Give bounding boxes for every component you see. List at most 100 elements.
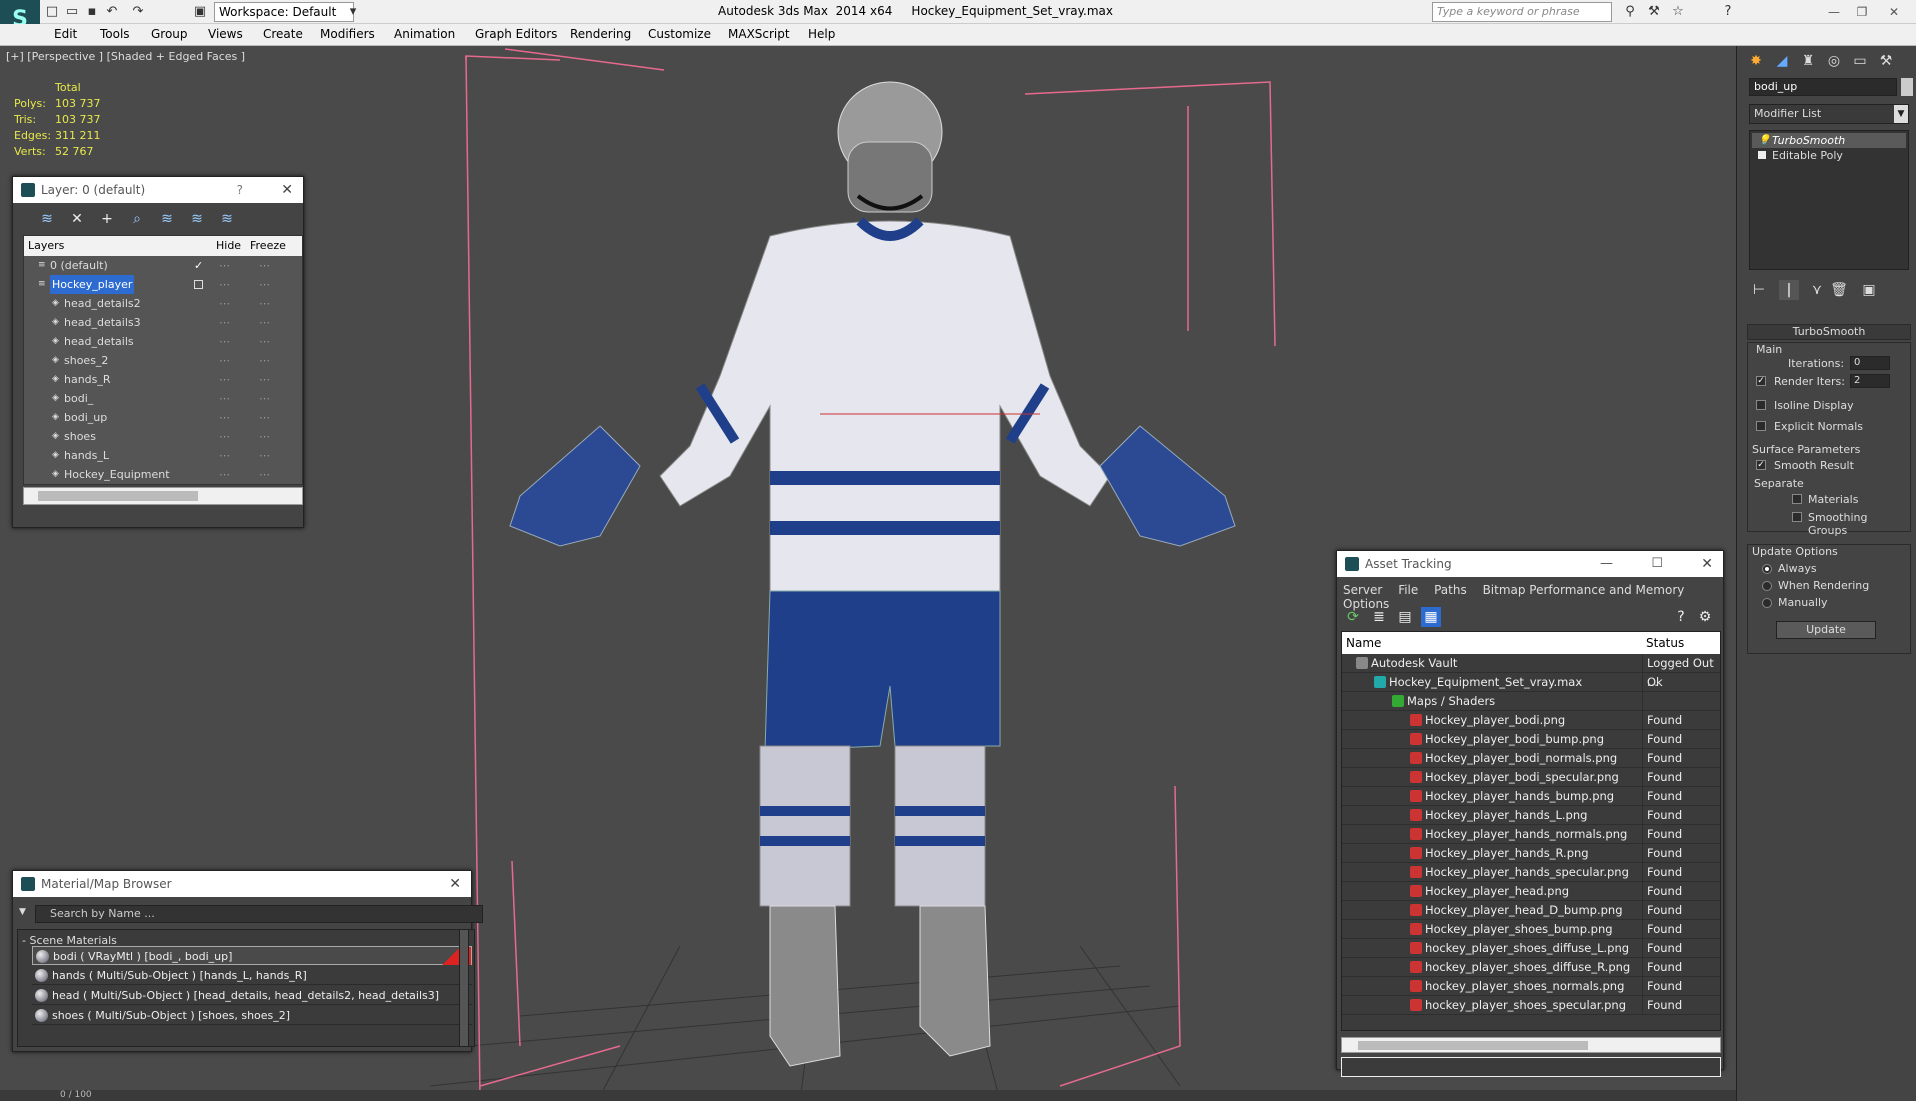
layer-row[interactable]: ◈ head_details3 ⋯ ⋯ [24, 313, 302, 332]
hierarchy-tab-icon[interactable]: ♜ [1797, 50, 1819, 72]
current-layer-check-icon[interactable]: ✓ [194, 256, 203, 275]
viewport-label[interactable]: [+] [Perspective ] [Shaded + Edged Faces… [6, 50, 245, 63]
close-icon[interactable]: ✕ [1701, 551, 1713, 577]
table-view-icon[interactable]: ▦ [1421, 607, 1441, 627]
materials-checkbox[interactable] [1792, 494, 1802, 504]
update-manually-radio[interactable] [1762, 598, 1772, 608]
menu-views[interactable]: Views [208, 27, 243, 41]
asset-row[interactable]: Hockey_player_shoes_bump.png Found [1342, 920, 1720, 939]
material-vertical-scrollbar[interactable] [459, 929, 469, 1047]
object-color-swatch[interactable] [1901, 78, 1913, 96]
hide-toggle[interactable]: ⋯ [219, 294, 230, 313]
menu-modifiers[interactable]: Modifiers [320, 27, 375, 41]
material-browser-title-bar[interactable]: Material/Map Browser ✕ [13, 871, 471, 897]
layer-row[interactable]: ≡ Hockey_player ⋯ ⋯ [24, 275, 302, 294]
hide-toggle[interactable]: ⋯ [219, 332, 230, 351]
close-button[interactable]: ✕ [1880, 2, 1908, 22]
layers-icon[interactable]: ≋ [37, 209, 57, 229]
render-iters-spinner[interactable]: 2 [1850, 374, 1890, 388]
menu-create[interactable]: Create [263, 27, 303, 41]
col-name[interactable]: Name [1346, 636, 1381, 650]
freeze-toggle[interactable]: ⋯ [259, 294, 270, 313]
freeze-all-icon[interactable]: ≋ [217, 209, 237, 229]
layer-horizontal-scrollbar[interactable] [23, 487, 303, 505]
material-row-shoes[interactable]: shoes ( Multi/Sub-Object ) [shoes, shoes… [32, 1006, 472, 1025]
project-folder-icon[interactable]: ▣ [190, 3, 210, 21]
redo-icon[interactable]: ↷ [128, 3, 148, 21]
new-file-icon[interactable]: □ [42, 3, 62, 21]
minimize-icon[interactable]: — [1600, 551, 1613, 577]
add-layer-icon[interactable]: + [97, 209, 117, 229]
help-icon[interactable]: ? [237, 177, 243, 203]
turbosmooth-rollout-title[interactable]: TurboSmooth [1747, 324, 1911, 340]
asset-row[interactable]: Hockey_player_hands_normals.png Found [1342, 825, 1720, 844]
freeze-toggle[interactable]: ⋯ [259, 351, 270, 370]
material-row-head[interactable]: head ( Multi/Sub-Object ) [head_details,… [32, 986, 472, 1005]
motion-tab-icon[interactable]: ◎ [1823, 50, 1845, 72]
close-icon[interactable]: ✕ [281, 177, 293, 203]
menu-rendering[interactable]: Rendering [570, 27, 631, 41]
lightbulb-icon[interactable]: 💡 [1758, 133, 1770, 148]
chevron-down-icon[interactable]: ▼ [1894, 105, 1908, 123]
material-row-hands[interactable]: hands ( Multi/Sub-Object ) [hands_L, han… [32, 966, 472, 985]
asset-row[interactable]: Hockey_player_head.png Found [1342, 882, 1720, 901]
delete-layer-icon[interactable]: ✕ [67, 209, 87, 229]
update-always-radio[interactable] [1762, 564, 1772, 574]
tools-icon[interactable]: ⚒ [1644, 3, 1664, 21]
update-button[interactable]: Update [1776, 621, 1876, 639]
asset-row[interactable]: Autodesk Vault Logged Out ... [1342, 654, 1720, 689]
iterations-spinner[interactable]: 0 [1850, 356, 1890, 370]
freeze-toggle[interactable]: ⋯ [259, 389, 270, 408]
asset-row[interactable]: Hockey_player_hands_specular.png Found [1342, 863, 1720, 882]
smoothing-groups-checkbox[interactable] [1792, 512, 1802, 522]
menu-animation[interactable]: Animation [394, 27, 455, 41]
hide-toggle[interactable]: ⋯ [219, 256, 230, 275]
workspace-dropdown[interactable]: Workspace: Default [214, 2, 354, 22]
help-icon[interactable]: ? [1671, 607, 1691, 627]
explicit-normals-checkbox[interactable] [1756, 421, 1766, 431]
asset-row[interactable]: hockey_player_shoes_specular.png Found [1342, 996, 1720, 1015]
col-status[interactable]: Status [1646, 636, 1684, 650]
object-name-input[interactable]: bodi_up [1749, 78, 1897, 96]
list-view-icon[interactable]: ≣ [1369, 607, 1389, 627]
layer-row[interactable]: ◈ shoes ⋯ ⋯ [24, 427, 302, 446]
layer-row[interactable]: ◈ Hockey_Equipment ⋯ ⋯ [24, 465, 302, 484]
save-icon[interactable]: ▪ [82, 3, 102, 21]
favorites-icon[interactable]: ☆ [1668, 3, 1688, 21]
layer-row[interactable]: ◈ hands_L ⋯ ⋯ [24, 446, 302, 465]
asset-row[interactable]: Hockey_player_bodi.png Found [1342, 711, 1720, 730]
maximize-button[interactable]: ❐ [1848, 2, 1876, 22]
asset-row[interactable]: hockey_player_shoes_normals.png Found [1342, 977, 1720, 996]
open-file-icon[interactable]: ▭ [62, 3, 82, 21]
hide-toggle[interactable]: ⋯ [219, 313, 230, 332]
layer-row[interactable]: ◈ hands_R ⋯ ⋯ [24, 370, 302, 389]
menu-edit[interactable]: Edit [54, 27, 77, 41]
menu-graph-editors[interactable]: Graph Editors [475, 27, 557, 41]
col-freeze[interactable]: Freeze [250, 239, 286, 252]
stack-item-turbosmooth[interactable]: 💡 TurboSmooth [1752, 133, 1906, 148]
asset-row[interactable]: Hockey_player_hands_R.png Found [1342, 844, 1720, 863]
asset-row[interactable]: Hockey_player_bodi_specular.png Found [1342, 768, 1720, 787]
close-icon[interactable]: ✕ [449, 871, 461, 897]
settings-icon[interactable]: ⚙ [1695, 607, 1715, 627]
hide-toggle[interactable]: ⋯ [219, 389, 230, 408]
show-end-result-icon[interactable]: | [1779, 280, 1799, 300]
stack-item-editable-poly[interactable]: Editable Poly [1752, 148, 1906, 163]
create-tab-icon[interactable]: ✸ [1745, 50, 1767, 72]
remove-modifier-icon[interactable]: 🗑 [1829, 280, 1849, 300]
hide-toggle[interactable]: ⋯ [219, 446, 230, 465]
update-when-rendering-radio[interactable] [1762, 581, 1772, 591]
asset-row[interactable]: Maps / Shaders [1342, 692, 1720, 711]
modify-tab-icon[interactable]: ◢ [1771, 50, 1793, 72]
binoculars-icon[interactable]: ⚲ [1620, 3, 1640, 21]
undo-icon[interactable]: ↶ [102, 3, 122, 21]
menu-server[interactable]: Server [1343, 583, 1382, 597]
layer-row[interactable]: ◈ shoes_2 ⋯ ⋯ [24, 351, 302, 370]
freeze-toggle[interactable]: ⋯ [259, 256, 270, 275]
layer-row[interactable]: ◈ bodi_ ⋯ ⋯ [24, 389, 302, 408]
highlight-layer-icon[interactable]: ≋ [157, 209, 177, 229]
hide-toggle[interactable]: ⋯ [219, 408, 230, 427]
freeze-toggle[interactable]: ⋯ [259, 465, 270, 484]
freeze-toggle[interactable]: ⋯ [259, 427, 270, 446]
col-layers[interactable]: Layers [28, 239, 64, 252]
